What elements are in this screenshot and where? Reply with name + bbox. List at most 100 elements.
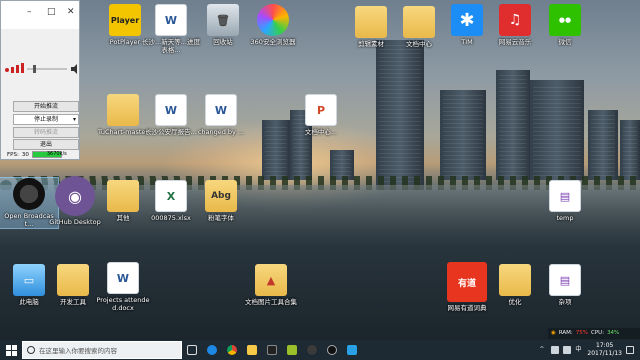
- icon-label: 微信: [558, 38, 572, 46]
- record-mode-dropdown[interactable]: 停止录制 ▾: [13, 114, 79, 125]
- icon-label: 杂项: [558, 298, 572, 306]
- wechat-icon: ●●: [549, 4, 581, 36]
- clock-time: 17:05: [596, 342, 614, 349]
- wallpaper-building: [262, 120, 290, 180]
- chrome-icon: [227, 345, 237, 355]
- system-monitor-widget[interactable]: ◉ RAM: 75% CPU: 34%: [548, 328, 640, 339]
- recorder-status: FPS: 30 3670k/s: [7, 151, 67, 158]
- file-explorer-icon: [247, 345, 257, 355]
- folder-icon: [355, 6, 387, 38]
- folder-icon: [499, 264, 531, 296]
- desktop-icon-pdf-folder[interactable]: ▲ 文档图片工具合集: [242, 264, 300, 306]
- document-icon: ▤: [549, 264, 581, 296]
- browser-icon: [207, 345, 217, 355]
- taskbar-clock[interactable]: 17:05 2017/11/13: [587, 342, 622, 358]
- folder-icon: [107, 180, 139, 212]
- taskbar-app-chrome[interactable]: [222, 340, 242, 360]
- wallpaper-building: [496, 70, 530, 180]
- word-document-icon: W: [155, 4, 187, 36]
- terminal-icon: [267, 345, 277, 355]
- minimize-button[interactable]: –: [27, 7, 32, 17]
- icon-label: 长沙...新天等...进度表格...: [142, 38, 200, 54]
- cpu-value: 34%: [607, 330, 620, 336]
- desktop-icon-wechat[interactable]: ●● 微信: [536, 4, 594, 46]
- icon-label: changed by ...: [197, 128, 245, 136]
- cortana-icon: [27, 346, 35, 354]
- obs-icon: [327, 345, 337, 355]
- computer-icon: ▭: [13, 264, 45, 296]
- icon-label: Projects attended.docx: [96, 296, 150, 312]
- potplayer-icon: Player: [109, 4, 141, 36]
- volume-icon[interactable]: [563, 346, 572, 354]
- wallpaper-building: [376, 40, 424, 190]
- netease-music-icon: ♫: [499, 4, 531, 36]
- taskbar-app-browser[interactable]: [202, 340, 222, 360]
- powerpoint-document-icon: P: [305, 94, 337, 126]
- wallpaper-building: [530, 80, 584, 180]
- task-view-icon: [187, 345, 197, 355]
- bitrate-indicator: 3670k/s: [31, 151, 67, 158]
- chevron-down-icon: ▾: [72, 116, 76, 123]
- notification-icon[interactable]: [626, 346, 634, 354]
- desktop-icon-word-doc-1[interactable]: W 长沙...新天等...进度表格...: [142, 4, 200, 54]
- wallpaper-building: [620, 120, 640, 180]
- network-icon[interactable]: [551, 346, 560, 354]
- taskbar-app-explorer[interactable]: [242, 340, 262, 360]
- word-document-icon: W: [107, 262, 139, 294]
- desktop-icon-360-browser[interactable]: 360安全浏览器: [244, 4, 302, 46]
- icon-label: 360安全浏览器: [250, 38, 296, 46]
- folder-icon: [57, 264, 89, 296]
- maximize-button[interactable]: □: [47, 7, 56, 17]
- start-button[interactable]: [0, 340, 22, 360]
- taskbar-app-notes[interactable]: [342, 340, 362, 360]
- icon-label: temp: [556, 214, 574, 222]
- obs-icon: [13, 178, 45, 210]
- desktop-icon-ppt[interactable]: P 文档中心...: [292, 94, 350, 136]
- exit-button[interactable]: 退出: [13, 139, 79, 150]
- transcode-stream-button[interactable]: 转码推流: [13, 127, 79, 138]
- icon-label: 粉笔字体: [208, 214, 234, 222]
- tim-icon: ✱: [451, 4, 483, 36]
- desktop-icon-projects-doc[interactable]: W Projects attended.docx: [94, 262, 152, 312]
- taskbar-app-obs[interactable]: [322, 340, 342, 360]
- streaming-recorder-window[interactable]: – □ ✕ 开始推流 停止录制 ▾ 转码推流 退出 FPS: 30 3670k/…: [0, 0, 80, 160]
- windows-logo-icon: [5, 344, 17, 356]
- font-folder-icon: Abg: [205, 180, 237, 212]
- volume-meter: [3, 61, 79, 75]
- close-button[interactable]: ✕: [67, 7, 75, 17]
- excel-document-icon: X: [155, 180, 187, 212]
- word-document-icon: W: [205, 94, 237, 126]
- notes-icon: [347, 345, 357, 355]
- cpu-label: CPU:: [591, 330, 605, 336]
- taskbar-app-media[interactable]: [302, 340, 322, 360]
- window-titlebar[interactable]: – □ ✕: [1, 1, 79, 29]
- chevron-up-icon[interactable]: ^: [539, 346, 547, 354]
- word-document-icon: W: [155, 94, 187, 126]
- clock-date: 2017/11/13: [587, 350, 622, 357]
- fps-value: 30: [21, 151, 29, 158]
- 360-browser-icon: [257, 4, 289, 36]
- search-placeholder: 在这里输入你要搜索的内容: [39, 347, 117, 355]
- recycle-bin-icon: 🗑: [207, 4, 239, 36]
- desktop-icon-misc[interactable]: ▤ 杂项: [536, 264, 594, 306]
- monitor-icon: ◉: [551, 330, 556, 336]
- desktop-icon-word-doc-3[interactable]: W changed by ...: [192, 94, 250, 136]
- fps-label: FPS:: [7, 151, 19, 158]
- editor-icon: [287, 345, 297, 355]
- volume-meter-graphic: [5, 63, 77, 74]
- taskbar-app-editor[interactable]: [282, 340, 302, 360]
- icon-label: 文档中心...: [304, 128, 338, 136]
- taskbar-app-terminal[interactable]: [262, 340, 282, 360]
- desktop-icon-temp[interactable]: ▤ temp: [536, 180, 594, 222]
- wallpaper-building: [588, 110, 618, 180]
- start-stream-button[interactable]: 开始推流: [13, 101, 79, 112]
- taskbar-search[interactable]: 在这里输入你要搜索的内容: [22, 341, 182, 359]
- pdf-folder-icon: ▲: [255, 264, 287, 296]
- desktop-icon-abg[interactable]: Abg 粉笔字体: [192, 180, 250, 222]
- ram-value: 75%: [575, 330, 589, 336]
- input-method-icon[interactable]: 中: [575, 346, 583, 354]
- task-view-button[interactable]: [182, 340, 202, 360]
- wallpaper-building: [440, 90, 486, 180]
- youdao-dictionary-icon: 有道: [447, 262, 487, 302]
- folder-icon: [107, 94, 139, 126]
